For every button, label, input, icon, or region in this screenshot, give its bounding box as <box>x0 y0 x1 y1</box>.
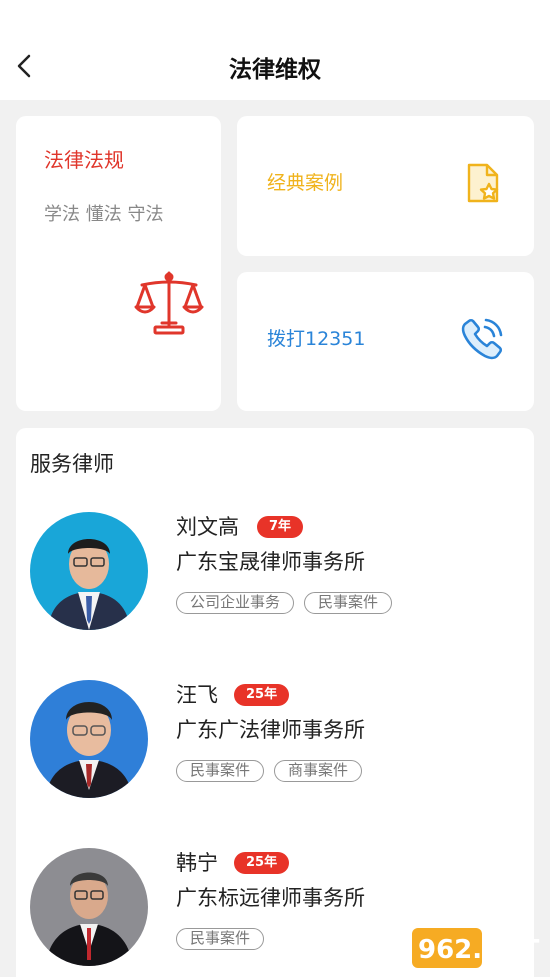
lawyer-item[interactable]: 刘文高 7年 广东宝晟律师事务所 公司企业事务 民事案件 <box>16 512 534 652</box>
specialty-tags: 民事案件 <box>176 928 265 950</box>
lawyer-name: 刘文高 <box>176 515 239 539</box>
document-star-icon <box>467 163 499 203</box>
scale-icon <box>134 271 204 335</box>
specialty-tag: 民事案件 <box>176 760 265 782</box>
header-bar: 法律维权 <box>0 0 550 100</box>
laws-card-subtitle: 学法 懂法 守法 <box>44 204 164 225</box>
page-title: 法律维权 <box>229 57 321 83</box>
service-lawyers-section: 服务律师 刘文高 7年 广东宝晟律师事务所 公司企业事务 民事案件 汪飞 25年… <box>16 428 534 977</box>
law-firm-name: 广东标远律师事务所 <box>176 886 365 910</box>
classic-cases-card[interactable]: 经典案例 <box>237 116 534 256</box>
avatar <box>30 848 148 966</box>
experience-badge: 7年 <box>257 516 304 538</box>
laws-card-title: 法律法规 <box>44 148 124 172</box>
law-firm-name: 广东广法律师事务所 <box>176 718 365 742</box>
call-hotline-card[interactable]: 拨打12351 <box>237 272 534 411</box>
site-watermark-logo: 962.NET 乐游网 <box>412 928 540 972</box>
experience-badge: 25年 <box>234 684 290 706</box>
experience-badge: 25年 <box>234 852 290 874</box>
law-firm-name: 广东宝晟律师事务所 <box>176 550 365 574</box>
specialty-tag: 民事案件 <box>176 928 265 950</box>
lawyer-name: 韩宁 <box>176 851 218 875</box>
specialty-tag: 民事案件 <box>304 592 393 614</box>
section-title: 服务律师 <box>30 452 114 476</box>
classic-cases-label: 经典案例 <box>267 172 344 194</box>
specialty-tag: 商事案件 <box>274 760 363 782</box>
watermark-sub: 乐游网 <box>490 957 529 972</box>
specialty-tags: 公司企业事务 民事案件 <box>176 592 393 614</box>
specialty-tag: 公司企业事务 <box>176 592 295 614</box>
avatar <box>30 680 148 798</box>
phone-icon <box>461 318 503 360</box>
specialty-tags: 民事案件 商事案件 <box>176 760 363 782</box>
avatar <box>30 512 148 630</box>
lawyer-name: 汪飞 <box>176 683 218 707</box>
laws-card[interactable]: 法律法规 学法 懂法 守法 <box>16 116 221 411</box>
call-hotline-label: 拨打12351 <box>267 328 366 350</box>
lawyer-item[interactable]: 汪飞 25年 广东广法律师事务所 民事案件 商事案件 <box>16 680 534 820</box>
